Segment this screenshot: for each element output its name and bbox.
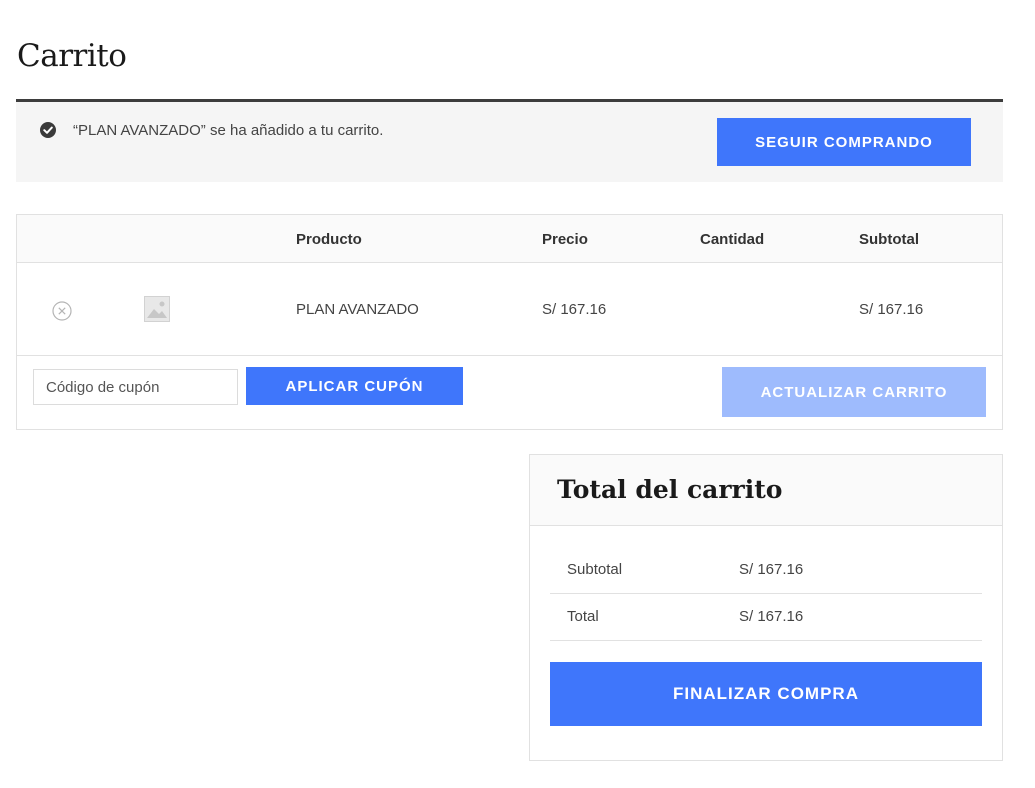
totals-row-subtotal: Subtotal S/ 167.16 xyxy=(550,547,982,594)
column-header-subtotal: Subtotal xyxy=(859,231,919,248)
column-header-price: Precio xyxy=(542,231,588,248)
continue-shopping-button[interactable]: Seguir comprando xyxy=(717,118,971,166)
column-header-product: Producto xyxy=(296,231,362,248)
checkout-button[interactable]: Finalizar compra xyxy=(550,662,982,726)
product-subtotal: S/ 167.16 xyxy=(859,301,924,318)
coupon-code-input[interactable] xyxy=(33,369,238,405)
totals-subtotal-value: S/ 167.16 xyxy=(739,561,804,578)
totals-total-value: S/ 167.16 xyxy=(739,608,804,625)
cart-totals-title: Total del carrito xyxy=(557,475,783,504)
cart-table: Producto Precio Cantidad Subtotal PLAN A… xyxy=(16,214,1003,430)
product-placeholder-image-icon[interactable] xyxy=(144,296,170,322)
product-name-link[interactable]: PLAN AVANZADO xyxy=(296,301,419,318)
product-price: S/ 167.16 xyxy=(542,301,607,318)
totals-total-label: Total xyxy=(567,608,599,625)
notice-message: “PLAN AVANZADO” se ha añadido a tu carri… xyxy=(73,122,384,139)
cart-totals-header: Total del carrito xyxy=(530,455,1002,526)
totals-subtotal-label: Subtotal xyxy=(567,561,623,578)
page-title: Carrito xyxy=(17,38,127,74)
apply-coupon-button[interactable]: Aplicar cupón xyxy=(246,367,463,405)
cart-item-row: PLAN AVANZADO S/ 167.16 S/ 167.16 xyxy=(17,263,1002,356)
cart-added-notice: “PLAN AVANZADO” se ha añadido a tu carri… xyxy=(16,99,1003,182)
totals-row-total: Total S/ 167.16 xyxy=(550,594,982,641)
column-header-quantity: Cantidad xyxy=(700,231,765,248)
update-cart-button[interactable]: Actualizar carrito xyxy=(722,367,986,417)
cart-table-header: Producto Precio Cantidad Subtotal xyxy=(17,215,1002,263)
check-circle-icon xyxy=(40,122,56,138)
remove-item-icon[interactable] xyxy=(52,301,72,321)
cart-totals: Total del carrito Subtotal S/ 167.16 Tot… xyxy=(529,454,1003,761)
